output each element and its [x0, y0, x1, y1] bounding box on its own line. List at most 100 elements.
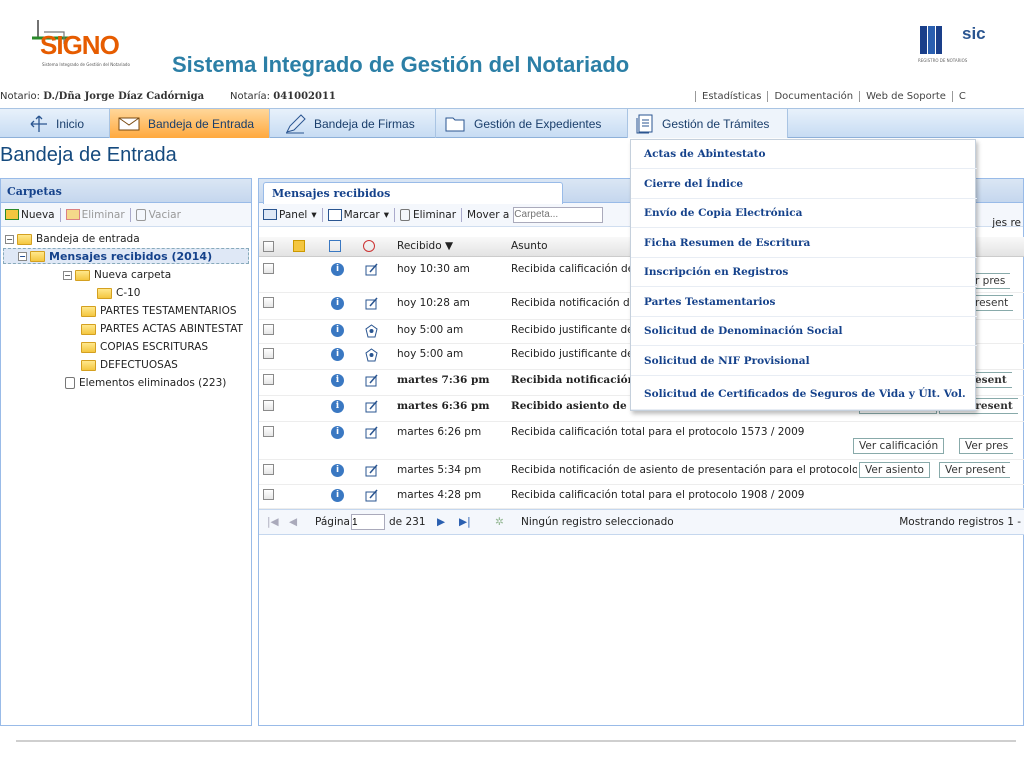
refresh-icon[interactable]: ✲	[495, 516, 504, 528]
row-subject: Recibida notificación	[511, 374, 636, 386]
table-row[interactable]: i martes 6:26 pm Recibida calificación tot…	[259, 422, 1024, 460]
link-soporte[interactable]: Web de Soporte	[859, 91, 952, 102]
info-icon: i	[331, 400, 344, 413]
row-date: martes 6:36 pm	[397, 400, 490, 412]
row-action-button[interactable]: Ver asiento	[859, 462, 930, 478]
tree-item-new-folder[interactable]: − Nueva carpeta	[63, 267, 171, 283]
menu-item-tramite[interactable]: Cierre del Índice	[631, 170, 977, 199]
table-row[interactable]: i martes 4:28 pm Recibida calificación tot…	[259, 485, 1024, 509]
folder-tree: − Bandeja de entrada − Mensajes recibidos …	[1, 227, 251, 389]
tree-item-c10[interactable]: C-10	[97, 285, 140, 301]
row-action-button[interactable]: Ver pres	[959, 438, 1014, 454]
tree-item-deleted[interactable]: Elementos eliminados (223)	[65, 375, 226, 391]
first-page-icon[interactable]: |◀	[267, 516, 279, 528]
collapse-icon[interactable]: −	[5, 234, 14, 244]
page-input[interactable]	[351, 514, 385, 530]
menu-item-tramite[interactable]: Ficha Resumen de Escritura	[631, 229, 977, 258]
menu-item-tramite[interactable]: Actas de Abintestato	[631, 140, 977, 169]
row-date: martes 7:36 pm	[397, 374, 490, 386]
edit-icon	[365, 374, 379, 390]
row-checkbox[interactable]	[263, 297, 274, 308]
pen-icon	[286, 113, 306, 133]
row-action-button[interactable]: Ver calificación	[853, 438, 945, 454]
tree-item-defectuosas[interactable]: DEFECTUOSAS	[81, 357, 178, 373]
nav-bandeja-entrada-label: Bandeja de Entrada	[148, 116, 255, 131]
delete-folder-button[interactable]: Eliminar	[82, 209, 125, 221]
empty-folder-button[interactable]: Vaciar	[149, 209, 181, 221]
panel-button[interactable]: Panel	[279, 209, 307, 221]
menu-item-tramite[interactable]: Solicitud de Denominación Social	[631, 317, 977, 346]
edit-icon	[365, 464, 379, 480]
nav-gestion-expedientes[interactable]: Gestión de Expedientes	[436, 109, 628, 138]
folders-title: Carpetas	[1, 179, 251, 203]
edit-icon	[365, 297, 379, 313]
nav-bandeja-entrada[interactable]: Bandeja de Entrada	[110, 109, 270, 138]
nav-bandeja-firmas-label: Bandeja de Firmas	[314, 116, 415, 131]
row-checkbox[interactable]	[263, 464, 274, 475]
selection-status: Ningún registro seleccionado	[521, 516, 674, 528]
menu-item-tramite[interactable]: Solicitud de Certificados de Seguros de …	[631, 376, 977, 410]
row-checkbox[interactable]	[263, 426, 274, 437]
delete-folder-icon	[65, 209, 80, 220]
menu-item-tramite[interactable]: Solicitud de NIF Provisional	[631, 347, 977, 376]
row-action-button[interactable]: Ver present	[939, 462, 1011, 478]
app-title: Sistema Integrado de Gestión del Notaria…	[172, 52, 630, 77]
prev-page-icon[interactable]: ◀	[289, 516, 297, 528]
collapse-icon[interactable]: −	[63, 270, 72, 280]
tramites-menu: Actas de Abintestato Cierre del Índice Env…	[630, 139, 977, 411]
info-icon: i	[331, 297, 344, 310]
move-to-input[interactable]	[513, 206, 604, 223]
row-checkbox[interactable]	[263, 324, 274, 335]
collapse-icon[interactable]: −	[18, 251, 27, 261]
menu-item-tramite[interactable]: Inscripción en Registros	[631, 258, 977, 287]
logo-text: SIGNO	[40, 30, 120, 60]
nav-inicio[interactable]: Inicio	[22, 109, 110, 138]
row-checkbox[interactable]	[263, 263, 274, 274]
nav-gestion-tramites[interactable]: Gestión de Trámites	[628, 109, 788, 138]
row-date: martes 5:34 pm	[397, 464, 482, 476]
info-icon: i	[331, 464, 344, 477]
row-date: hoy 5:00 am	[397, 324, 464, 336]
link-documentacion[interactable]: Documentación	[767, 91, 859, 102]
footer-divider	[16, 740, 1016, 742]
menu-item-tramite[interactable]: Partes Testamentarios	[631, 288, 977, 317]
delete-button[interactable]: Eliminar	[413, 209, 456, 221]
notariado-seal-icon	[920, 26, 942, 54]
table-row[interactable]: i martes 5:34 pm Recibida notificación de …	[259, 460, 1024, 485]
row-checkbox[interactable]	[263, 348, 274, 359]
edit-icon	[365, 489, 379, 505]
column-received[interactable]: Recibido ▼	[397, 240, 453, 252]
tree-item-inbox[interactable]: − Bandeja de entrada	[5, 231, 140, 247]
mark-icon	[327, 208, 342, 221]
row-subject: Recibida notificación de asiento de pres…	[511, 464, 857, 476]
column-subject[interactable]: Asunto	[511, 240, 548, 252]
last-page-icon[interactable]: ▶|	[459, 516, 471, 528]
menu-item-tramite[interactable]: Envío de Copia Electrónica	[631, 199, 977, 228]
seal-icon	[365, 348, 378, 365]
tree-item-copias[interactable]: COPIAS ESCRITURAS	[81, 339, 208, 355]
info-icon: i	[331, 324, 344, 337]
select-all-checkbox[interactable]	[263, 241, 274, 252]
row-checkbox[interactable]	[263, 489, 274, 500]
notario-info: Notario: D./Dña Jorge Díaz Cadórniga	[0, 91, 205, 102]
trash-icon	[400, 208, 410, 221]
nav-bandeja-firmas[interactable]: Bandeja de Firmas	[276, 109, 436, 138]
link-more[interactable]: C	[951, 91, 972, 102]
status-column-icon	[363, 240, 375, 252]
tab-mensajes-recibidos[interactable]: Mensajes recibidos	[263, 182, 563, 204]
tree-item-partes-actas[interactable]: PARTES ACTAS ABINTESTAT	[81, 321, 243, 337]
mark-button[interactable]: Marcar	[344, 209, 380, 221]
tree-item-received[interactable]: − Mensajes recibidos (2014)	[3, 248, 249, 264]
trash-icon	[135, 208, 146, 221]
nav-gestion-expedientes-label: Gestión de Expedientes	[474, 116, 602, 131]
next-page-icon[interactable]: ▶	[437, 516, 445, 528]
trash-icon	[65, 377, 75, 389]
link-estadisticas[interactable]: Estadísticas	[695, 91, 767, 102]
row-checkbox[interactable]	[263, 374, 274, 385]
row-subject: Recibido justificante de	[511, 348, 634, 360]
page-label: Página	[315, 516, 350, 528]
new-folder-button[interactable]: Nueva	[21, 209, 55, 221]
tree-item-partes-test[interactable]: PARTES TESTAMENTARIOS	[81, 303, 237, 319]
notaria-info: Notaría: 041002011	[230, 91, 336, 102]
row-checkbox[interactable]	[263, 400, 274, 411]
